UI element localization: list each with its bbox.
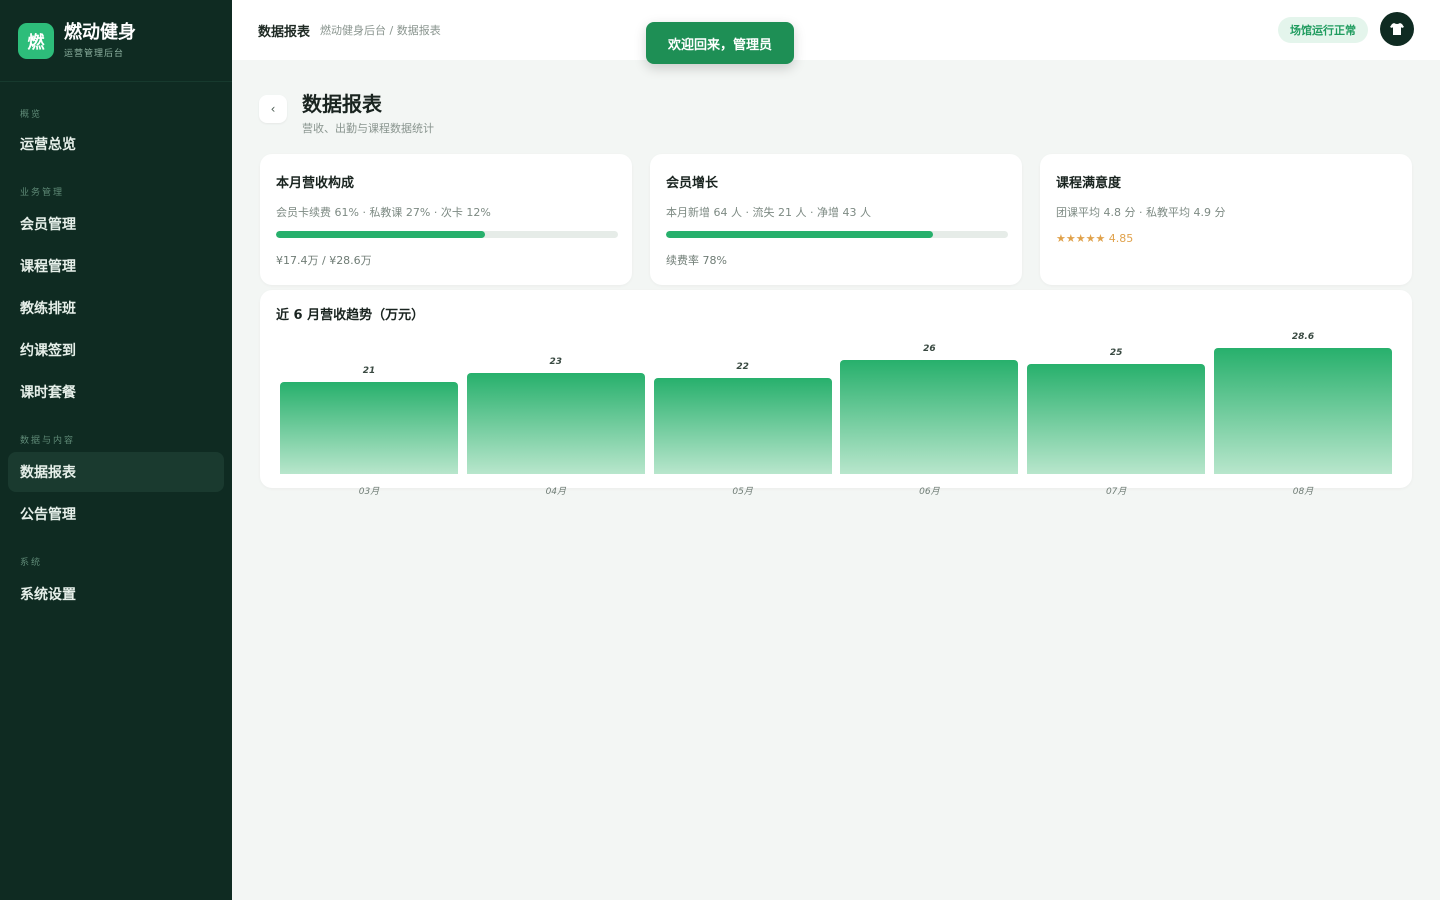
revenue-progress-fill	[276, 231, 485, 238]
card-title: 课程满意度	[1056, 176, 1122, 191]
revenue-progress-bar	[276, 231, 618, 238]
sidebar-item-reports[interactable]: 数据报表	[8, 452, 224, 492]
brand-name: 燃动健身	[64, 22, 136, 43]
x-tick-label: 06月	[919, 487, 940, 497]
card-title: 会员增长	[666, 176, 719, 191]
back-button[interactable]: ‹	[259, 95, 287, 123]
renewal-progress-fill	[666, 231, 933, 238]
shirt-icon	[1390, 23, 1404, 35]
welcome-toast: 欢迎回来，管理员	[646, 22, 794, 64]
renewal-progress-bar	[666, 231, 1008, 238]
member-growth-card: 会员增长 本月新增 64 人 · 流失 21 人 · 净增 43 人 续费率 7…	[650, 154, 1022, 285]
card-footnote: 续费率 78%	[666, 254, 727, 267]
bar-value-label: 25	[1109, 348, 1123, 359]
bar-value-label: 28.6	[1291, 332, 1315, 342]
sidebar-item-announcements[interactable]: 公告管理	[8, 494, 224, 534]
card-title: 本月营收构成	[276, 176, 355, 191]
rating-stars: ★★★★★ 4.85	[1056, 232, 1134, 245]
status-badge: 场馆运行正常	[1278, 17, 1368, 43]
bar-value-label: 23	[549, 357, 563, 368]
nav-group-title: 业务管理	[20, 188, 65, 198]
bar-value-label: 22	[736, 361, 749, 372]
sidebar-item-packages[interactable]: 课时套餐	[8, 372, 224, 412]
chart-bar	[653, 377, 832, 474]
chart-bar	[280, 382, 458, 474]
sidebar-item-booking-checkin[interactable]: 约课签到	[8, 330, 224, 370]
course-satisfaction-card: 课程满意度 团课平均 4.8 分 · 私教平均 4.9 分 ★★★★★ 4.85	[1040, 154, 1412, 285]
sidebar-item-coach-schedule[interactable]: 教练排班	[8, 288, 224, 328]
x-tick-label: 03月	[358, 487, 380, 497]
sidebar-item-overview[interactable]: 运营总览	[8, 124, 224, 164]
nav-group-title: 数据与内容	[20, 436, 76, 446]
bar-value-label: 21	[362, 366, 376, 376]
x-tick-label: 05月	[732, 487, 753, 497]
sidebar: 燃 燃动健身 运营管理后台 概览 运营总览 业务管理 会员管理 课程管理 教练排…	[0, 0, 232, 900]
topbar: 数据报表 燃动健身后台 / 数据报表 场馆运行正常	[232, 0, 1440, 60]
page-title: 数据报表	[302, 92, 382, 116]
x-tick-label: 08月	[1292, 487, 1314, 497]
nav-group-title: 系统	[20, 558, 43, 568]
card-description: 团课平均 4.8 分 · 私教平均 4.9 分	[1056, 206, 1226, 219]
card-description: 本月新增 64 人 · 流失 21 人 · 净增 43 人	[666, 206, 871, 219]
brand: 燃 燃动健身 运营管理后台	[0, 0, 232, 82]
x-tick-label: 04月	[545, 487, 567, 497]
avatar[interactable]	[1380, 12, 1414, 46]
sidebar-item-members[interactable]: 会员管理	[8, 204, 224, 244]
nav-group-title: 概览	[20, 110, 43, 120]
sidebar-item-settings[interactable]: 系统设置	[8, 574, 224, 614]
page-subtitle: 营收、出勤与课程数据统计	[302, 122, 434, 135]
chart-bar	[840, 359, 1019, 474]
revenue-trend-chart: 近 6 月营收趋势（万元） 21 23 22 26 25 28.6 03月 04月 05月 06…	[260, 290, 1412, 497]
x-tick-label: 07月	[1105, 487, 1127, 497]
brand-logo: 燃	[18, 22, 54, 59]
card-footnote: ¥17.4万 / ¥28.6万	[276, 254, 372, 267]
sidebar-item-courses[interactable]: 课程管理	[8, 246, 224, 286]
revenue-composition-card: 本月营收构成 会员卡续费 61% · 私教课 27% · 次卡 12% ¥17.…	[260, 154, 632, 285]
chart-bar	[1214, 348, 1392, 474]
card-description: 会员卡续费 61% · 私教课 27% · 次卡 12%	[276, 206, 491, 219]
bar-value-label: 26	[923, 343, 936, 354]
breadcrumb: 燃动健身后台 / 数据报表	[320, 24, 441, 37]
topbar-title: 数据报表	[258, 24, 311, 40]
chart-title: 近 6 月营收趋势（万元）	[276, 308, 425, 323]
chart-bar	[466, 373, 645, 474]
brand-subtitle: 运营管理后台	[64, 49, 125, 59]
bar-area: 21 23 22 26 25 28.6	[280, 330, 1392, 474]
chart-bar	[1027, 364, 1206, 474]
